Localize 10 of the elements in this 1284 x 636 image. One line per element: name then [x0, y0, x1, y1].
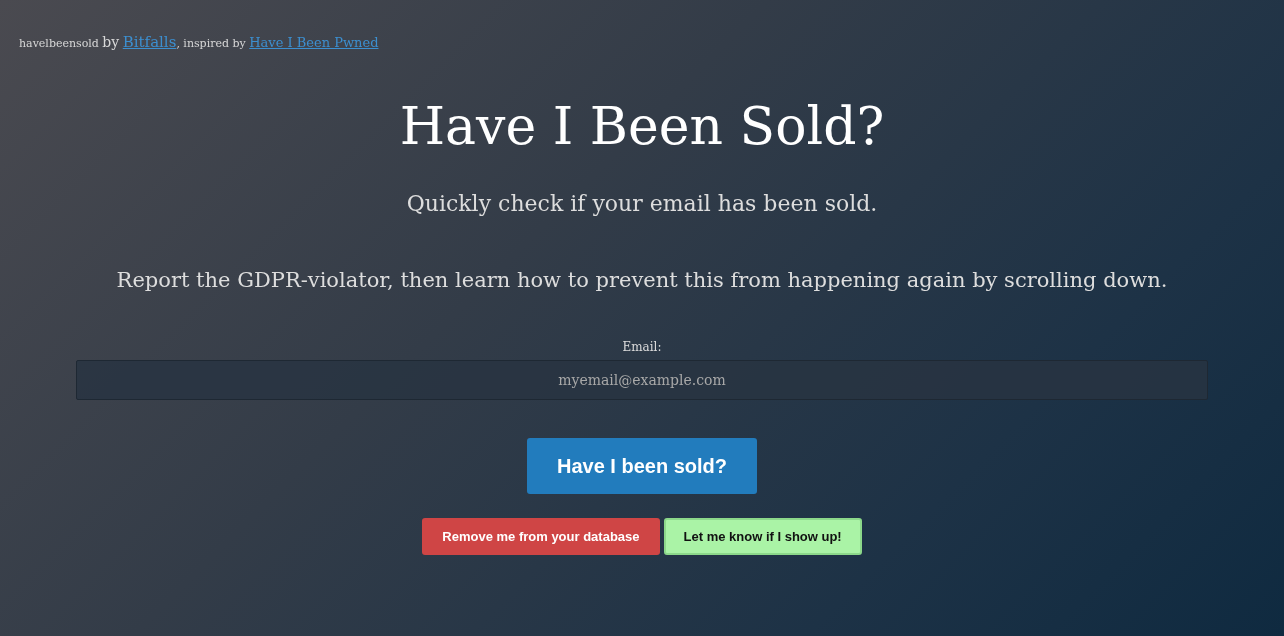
- check-button[interactable]: Have I been sold?: [526, 438, 758, 494]
- credits-text: havelbeensold by Bitfalls, inspired by Have I Been Pwned: [19, 33, 380, 51]
- email-label: Email:: [622, 340, 662, 354]
- remove-button[interactable]: Remove me from your database: [422, 518, 660, 555]
- notify-button[interactable]: Let me know if I show up!: [663, 518, 862, 555]
- credit-link[interactable]: Have I Been Pwned: [249, 35, 379, 50]
- page-title: Have I Been Sold?: [398, 95, 886, 158]
- subtitle: Quickly check if your email has been sold.: [405, 191, 879, 216]
- email-field[interactable]: myemail@example.com: [76, 360, 1208, 400]
- instructions-text: Report the GDPR-violator, then learn how to prevent this from happening again by scrolling down.: [115, 268, 1169, 292]
